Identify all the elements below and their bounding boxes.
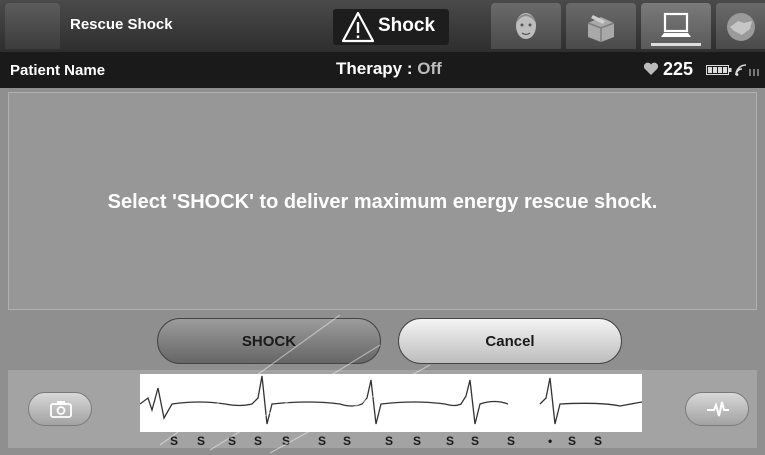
patient-face-icon <box>516 13 536 39</box>
box-tools-icon <box>587 15 615 42</box>
battery-icon <box>706 65 732 75</box>
shock-marker-row: S S S S S S S S S S S S • S S <box>140 432 642 448</box>
ecg-wave-icon <box>707 401 729 417</box>
therapy-label: Therapy : <box>336 59 413 78</box>
shock-marker: S <box>446 434 455 448</box>
shock-marker: S <box>594 434 603 448</box>
shock-marker: S <box>385 434 394 448</box>
analyze-button[interactable] <box>685 392 749 426</box>
cancel-button[interactable]: Cancel <box>398 318 622 364</box>
shock-marker: S <box>507 434 516 448</box>
shock-indicator: Shock <box>333 9 449 45</box>
nav-tab-tools[interactable] <box>566 3 636 49</box>
shock-marker: S <box>343 434 352 448</box>
shock-marker: • <box>548 434 553 448</box>
shock-marker: S <box>413 434 422 448</box>
top-bar: Rescue Shock Shock <box>0 0 765 52</box>
heart-rate-value: 225 <box>663 59 694 79</box>
shock-marker: S <box>170 434 179 448</box>
wireless-signal-icon <box>735 64 759 76</box>
laptop-icon <box>661 12 691 37</box>
ecg-panel: S S S S S S S S S S S S • S S <box>8 370 757 448</box>
therapy-value: Off <box>417 59 442 78</box>
instruction-message: Select 'SHOCK' to deliver maximum energy… <box>107 191 658 213</box>
camera-icon <box>50 401 72 418</box>
nav-tab-patient[interactable] <box>491 3 561 49</box>
warning-triangle-icon <box>341 11 375 43</box>
heart-icon <box>643 62 659 75</box>
screen-title: Rescue Shock <box>70 16 173 33</box>
handshake-icon <box>727 13 755 41</box>
ecg-waveform <box>139 374 643 432</box>
status-bar: Patient Name Therapy : Off 225 <box>0 52 765 88</box>
nav-tab-device[interactable] <box>641 3 711 49</box>
home-tab[interactable] <box>5 3 60 49</box>
shock-marker: S <box>282 434 291 448</box>
snapshot-button[interactable] <box>28 392 92 426</box>
shock-marker: S <box>568 434 577 448</box>
shock-marker: S <box>197 434 206 448</box>
shock-button[interactable]: SHOCK <box>157 318 381 364</box>
message-panel: Select 'SHOCK' to deliver maximum energy… <box>8 92 757 310</box>
active-tab-indicator <box>651 43 701 46</box>
shock-marker: S <box>471 434 480 448</box>
therapy-status: Therapy : Off <box>336 59 442 79</box>
shock-marker: S <box>254 434 263 448</box>
shock-marker: S <box>228 434 237 448</box>
nav-tab-handshake[interactable] <box>716 3 765 49</box>
shock-indicator-label: Shock <box>378 15 436 36</box>
shock-marker: S <box>318 434 327 448</box>
patient-name: Patient Name <box>10 62 106 79</box>
